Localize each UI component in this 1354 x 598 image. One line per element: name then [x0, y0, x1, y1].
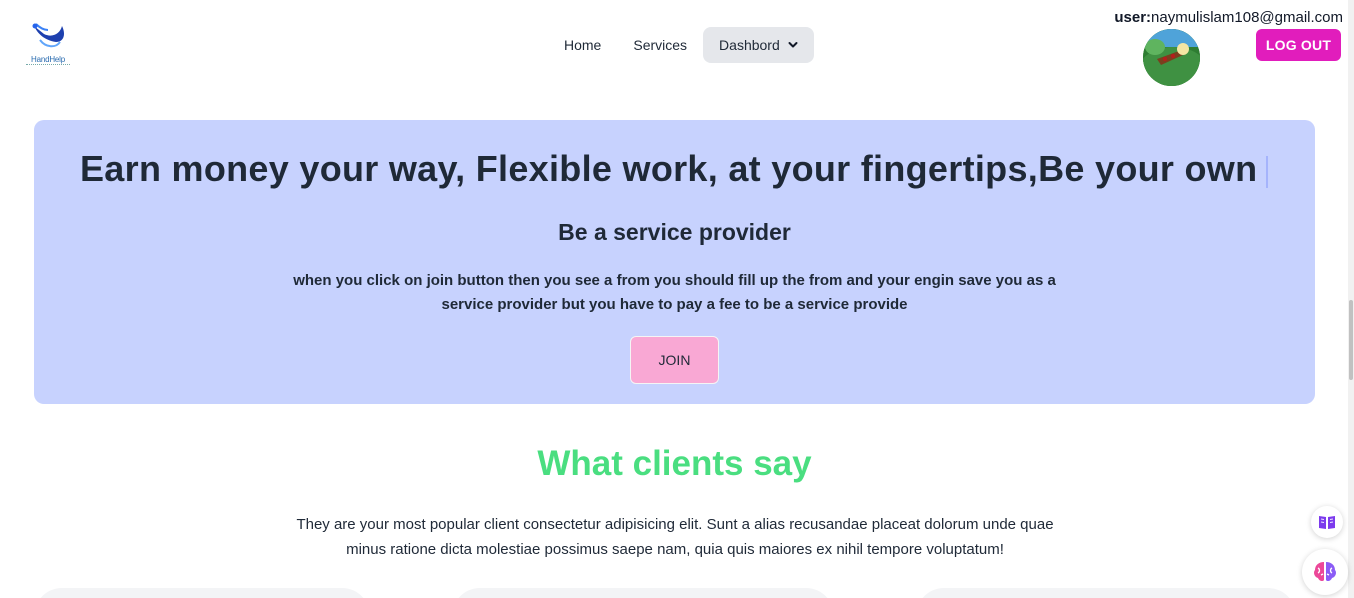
- testimonial-card: [34, 588, 370, 598]
- marquee: Earn money your way, Flexible work, at y…: [34, 146, 1268, 196]
- marquee-edge: [1266, 156, 1268, 188]
- scrollbar-thumb[interactable]: [1349, 300, 1353, 380]
- ai-assistant-button[interactable]: [1302, 549, 1348, 595]
- user-email: user:naymulislam108@gmail.com: [1114, 9, 1343, 26]
- chevron-down-icon: [788, 42, 798, 48]
- hero-banner: Earn money your way, Flexible work, at y…: [34, 120, 1315, 404]
- nav-dashboard-label: Dashbord: [719, 37, 780, 53]
- hero-description: when you click on join button then you s…: [293, 272, 1056, 313]
- clients-title: What clients say: [537, 444, 812, 483]
- navbar: HandHelp Home Services Dashbord user:nay…: [0, 0, 1354, 100]
- user-email-value: naymulislam108@gmail.com: [1151, 9, 1343, 26]
- logo-text: HandHelp: [31, 55, 65, 64]
- clients-description: They are your most popular client consec…: [296, 516, 1054, 558]
- logout-button[interactable]: LOG OUT: [1256, 29, 1341, 61]
- main-nav: Home Services Dashbord: [548, 27, 814, 63]
- hero-subtitle: Be a service provider: [558, 219, 791, 245]
- logo-subline: [26, 64, 70, 66]
- join-button[interactable]: JOIN: [630, 336, 719, 384]
- handhelp-logo[interactable]: HandHelp: [26, 20, 70, 68]
- testimonial-card: [916, 588, 1296, 598]
- user-label: user:: [1114, 9, 1152, 26]
- logo-bird-icon: [32, 23, 64, 48]
- scrollbar[interactable]: [1348, 0, 1354, 598]
- nav-dashboard-dropdown[interactable]: Dashbord: [703, 27, 814, 63]
- book-icon: [1319, 516, 1335, 529]
- nav-home[interactable]: Home: [548, 27, 617, 63]
- avatar[interactable]: [1143, 29, 1200, 86]
- brain-icon: [1314, 562, 1336, 582]
- testimonial-card: [452, 588, 834, 598]
- avatar-image: [1143, 29, 1200, 86]
- reader-button[interactable]: [1311, 506, 1343, 538]
- nav-services[interactable]: Services: [617, 27, 703, 63]
- marquee-text: Earn money your way, Flexible work, at y…: [80, 148, 1268, 189]
